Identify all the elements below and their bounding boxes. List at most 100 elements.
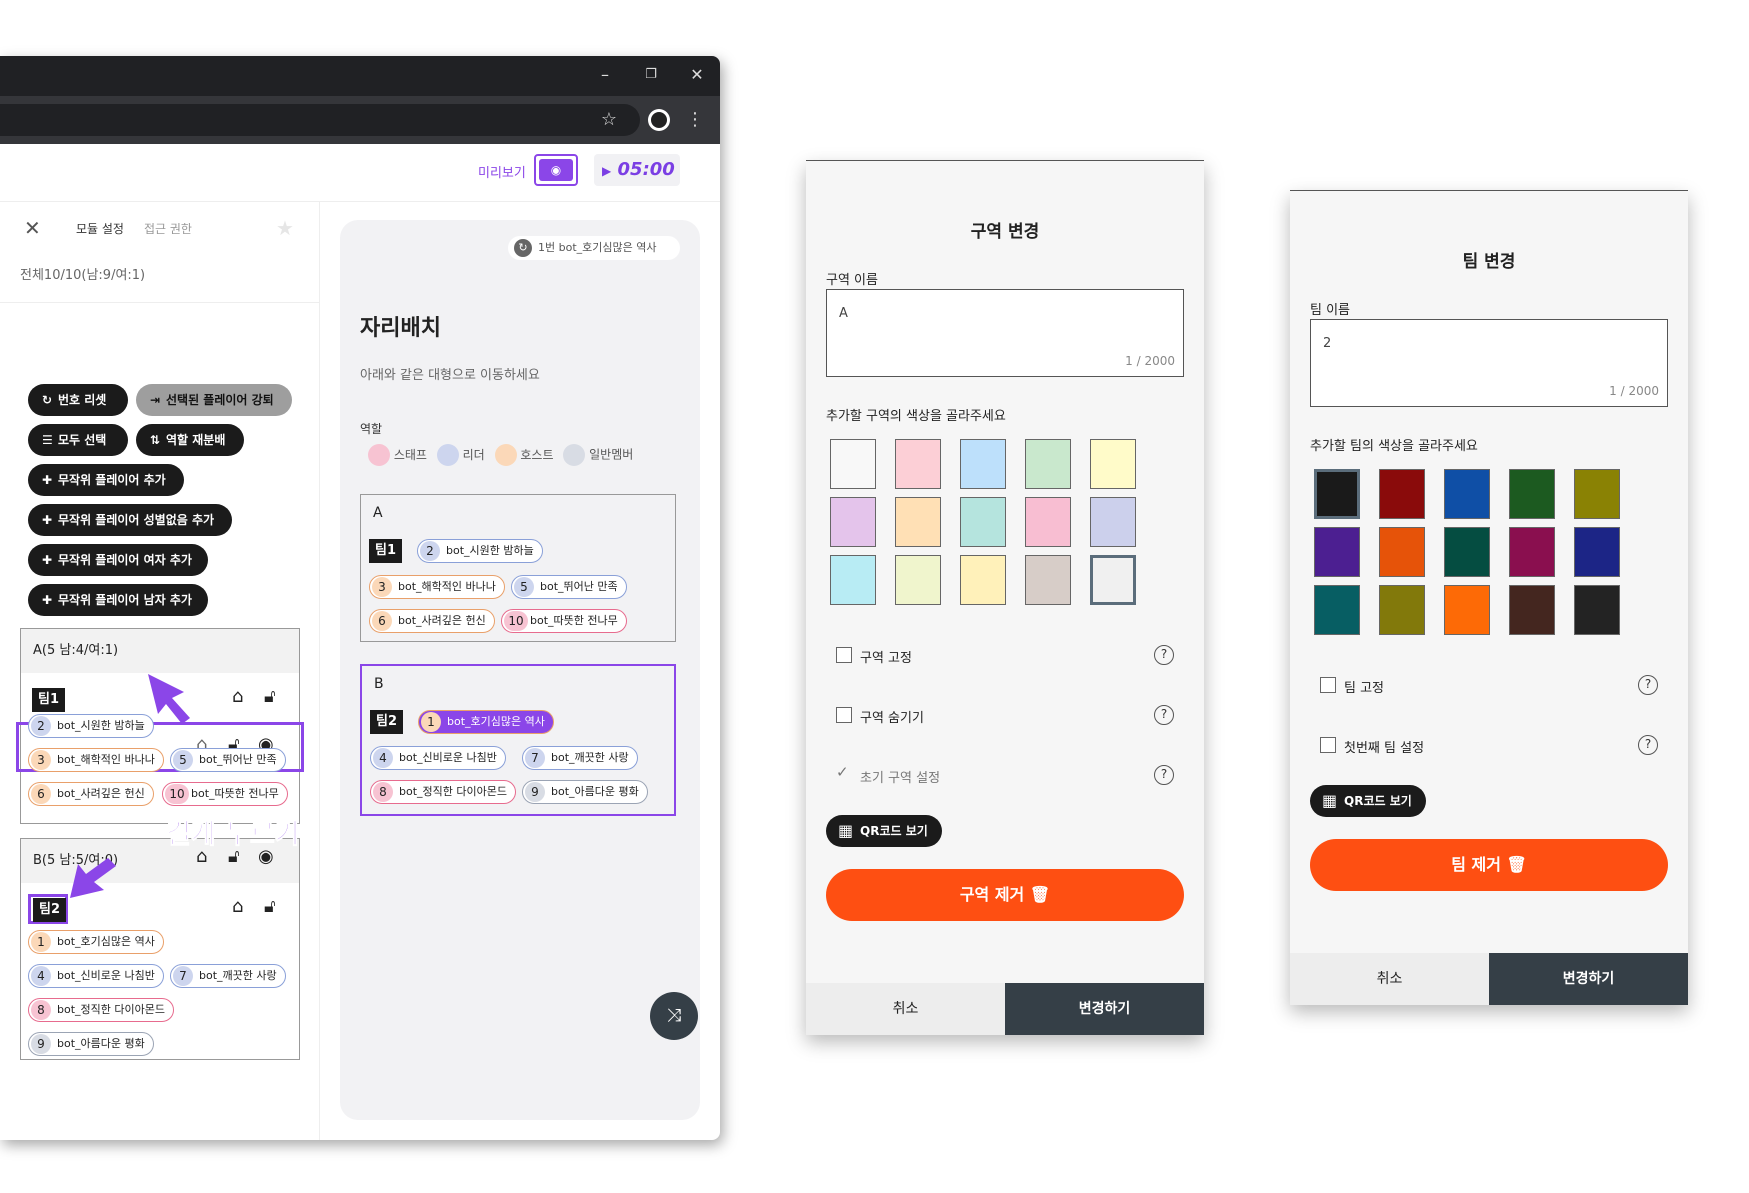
- shuffle-button[interactable]: ⤨: [650, 992, 698, 1040]
- color-swatch[interactable]: [1025, 439, 1071, 489]
- lock-icon[interactable]: 🔓︎: [264, 896, 276, 917]
- team-tag[interactable]: 팀2: [33, 898, 67, 922]
- add-person-icon: ✚: [42, 553, 53, 567]
- minimize-icon[interactable]: –: [594, 64, 616, 86]
- help-icon[interactable]: ?: [1638, 735, 1658, 755]
- color-swatch[interactable]: [1314, 585, 1360, 635]
- left-panel: ✕ 모듈 설정 접근 권한 ★ 전체10/10(남:9/여:1) ↻ 번호 리셋 …: [0, 202, 320, 1140]
- color-swatch[interactable]: [830, 439, 876, 489]
- add-random-female-button[interactable]: ✚ 무작위 플레이어 여자 추가: [28, 544, 208, 576]
- color-swatch[interactable]: [1090, 439, 1136, 489]
- player-chip[interactable]: 9 bot_아름다운 평화: [28, 1032, 154, 1056]
- player-chip[interactable]: 10 bot_따뜻한 전나무: [162, 782, 288, 806]
- trash-icon: 🗑︎: [1506, 855, 1527, 874]
- add-random-male-button[interactable]: ✚ 무작위 플레이어 남자 추가: [28, 584, 208, 616]
- lock-icon[interactable]: 🔓︎: [264, 686, 276, 707]
- restore-icon[interactable]: ❐: [640, 64, 662, 86]
- color-swatch[interactable]: [1574, 585, 1620, 635]
- close-icon[interactable]: ✕: [24, 216, 41, 240]
- first-team-checkbox[interactable]: [1320, 737, 1336, 753]
- url-field[interactable]: [0, 104, 640, 136]
- select-all-button[interactable]: ☰ 모두 선택: [28, 424, 128, 456]
- reset-numbers-button[interactable]: ↻ 번호 리셋: [28, 384, 128, 416]
- color-swatch[interactable]: [1574, 527, 1620, 577]
- player-chip[interactable]: 4 bot_신비로운 나침반: [28, 964, 164, 988]
- color-swatch[interactable]: [895, 439, 941, 489]
- color-swatch[interactable]: [895, 555, 941, 605]
- team-tag[interactable]: 팀1: [32, 688, 66, 712]
- color-swatch[interactable]: [1509, 469, 1555, 519]
- color-swatch[interactable]: [1444, 527, 1490, 577]
- redistribute-roles-button[interactable]: ⇅ 역할 재분배: [136, 424, 244, 456]
- help-icon[interactable]: ?: [1154, 645, 1174, 665]
- color-swatch[interactable]: [1379, 469, 1425, 519]
- star-icon[interactable]: ★: [276, 216, 294, 240]
- player-chip[interactable]: 3 bot_해학적인 바나나: [28, 748, 164, 772]
- tab-access[interactable]: 접근 권한: [144, 220, 192, 237]
- arrow-annotation: [70, 858, 116, 898]
- hide-zone-checkbox[interactable]: [836, 707, 852, 723]
- remove-team-button[interactable]: 팀 제거 🗑︎: [1310, 839, 1668, 891]
- zone-a-header[interactable]: A(5 남:4/여:1): [21, 629, 299, 673]
- profile-avatar[interactable]: [648, 109, 670, 131]
- color-swatch[interactable]: [1025, 555, 1071, 605]
- color-swatch[interactable]: [1025, 497, 1071, 547]
- browser-window: – ❐ ✕ ☆ ⋮ 미리보기 ◉ ▶ 05:00 ✕ 모듈 설정 접근 권한 ★…: [0, 56, 720, 1140]
- tab-module-settings[interactable]: 모듈 설정: [76, 220, 124, 237]
- player-chip[interactable]: 6 bot_사려깊은 헌신: [28, 782, 154, 806]
- timer[interactable]: ▶ 05:00: [594, 154, 680, 186]
- confirm-button[interactable]: 변경하기: [1005, 983, 1204, 1035]
- color-swatch[interactable]: [1574, 469, 1620, 519]
- remove-zone-button[interactable]: 구역 제거 🗑︎: [826, 869, 1184, 921]
- player-chip[interactable]: 1 bot_호기심많은 역사: [28, 930, 164, 954]
- check-icon[interactable]: ✓: [836, 763, 849, 781]
- home-icon[interactable]: ⌂: [232, 686, 243, 707]
- color-swatch[interactable]: [1314, 527, 1360, 577]
- color-swatch[interactable]: [895, 497, 941, 547]
- fix-team-checkbox[interactable]: [1320, 677, 1336, 693]
- help-icon[interactable]: ?: [1154, 705, 1174, 725]
- browser-menu-icon[interactable]: ⋮: [684, 109, 706, 131]
- cancel-button[interactable]: 취소: [806, 983, 1005, 1035]
- color-swatch[interactable]: [1509, 585, 1555, 635]
- add-random-genderless-button[interactable]: ✚ 무작위 플레이어 성별없음 추가: [28, 504, 232, 536]
- kick-selected-button[interactable]: ⇥ 선택된 플레이어 강퇴: [136, 384, 292, 416]
- color-grid: [1314, 469, 1634, 639]
- color-swatch[interactable]: [1379, 585, 1425, 635]
- color-swatch[interactable]: [960, 439, 1006, 489]
- color-swatch[interactable]: [960, 555, 1006, 605]
- player-chip[interactable]: 5 bot_뛰어난 만족: [170, 748, 286, 772]
- color-swatch[interactable]: [1090, 497, 1136, 547]
- zone-name-input[interactable]: A 1 / 2000: [826, 289, 1184, 377]
- zone-edit-dialog: 구역 변경 구역 이름 A 1 / 2000 추가할 구역의 색상을 골라주세요…: [806, 160, 1204, 1035]
- dialog-title: 구역 변경: [970, 222, 1040, 242]
- zone-a-layout: A 팀1 2 bot_시원한 밤하늘 3 bot_해학적인 바나나 5 bot_뛰어난…: [360, 494, 676, 642]
- color-swatch[interactable]: [830, 497, 876, 547]
- color-swatch[interactable]: [1379, 527, 1425, 577]
- help-icon[interactable]: ?: [1154, 765, 1174, 785]
- color-swatch[interactable]: [960, 497, 1006, 547]
- add-random-player-button[interactable]: ✚ 무작위 플레이어 추가: [28, 464, 184, 496]
- player-chip[interactable]: 8 bot_정직한 다이아몬드: [28, 998, 174, 1022]
- player-chip[interactable]: 7 bot_깨끗한 사랑: [170, 964, 286, 988]
- qr-code-button[interactable]: ▦ QR코드 보기: [1310, 785, 1426, 817]
- color-swatch[interactable]: [1314, 469, 1360, 519]
- confirm-button[interactable]: 변경하기: [1489, 953, 1688, 1005]
- color-swatch[interactable]: [830, 555, 876, 605]
- fix-zone-checkbox[interactable]: [836, 647, 852, 663]
- team-name-input[interactable]: 2 1 / 2000: [1310, 319, 1668, 407]
- color-swatch[interactable]: [1509, 527, 1555, 577]
- help-icon[interactable]: ?: [1638, 675, 1658, 695]
- qr-code-button[interactable]: ▦ QR코드 보기: [826, 815, 942, 847]
- home-icon[interactable]: ⌂: [232, 896, 243, 917]
- preview-toggle[interactable]: ◉: [534, 154, 578, 186]
- player-chip[interactable]: 2 bot_시원한 밤하늘: [28, 714, 154, 738]
- page-title: 자리배치: [360, 316, 441, 341]
- color-swatch[interactable]: [1444, 585, 1490, 635]
- seating-panel: ↻ 1번 bot_호기심많은 역사 자리배치 아래와 같은 대형으로 이동하세요…: [340, 220, 700, 1120]
- bookmark-star-icon[interactable]: ☆: [598, 109, 620, 131]
- cancel-button[interactable]: 취소: [1290, 953, 1489, 1005]
- color-swatch[interactable]: [1090, 555, 1136, 605]
- close-window-icon[interactable]: ✕: [686, 64, 708, 86]
- color-swatch[interactable]: [1444, 469, 1490, 519]
